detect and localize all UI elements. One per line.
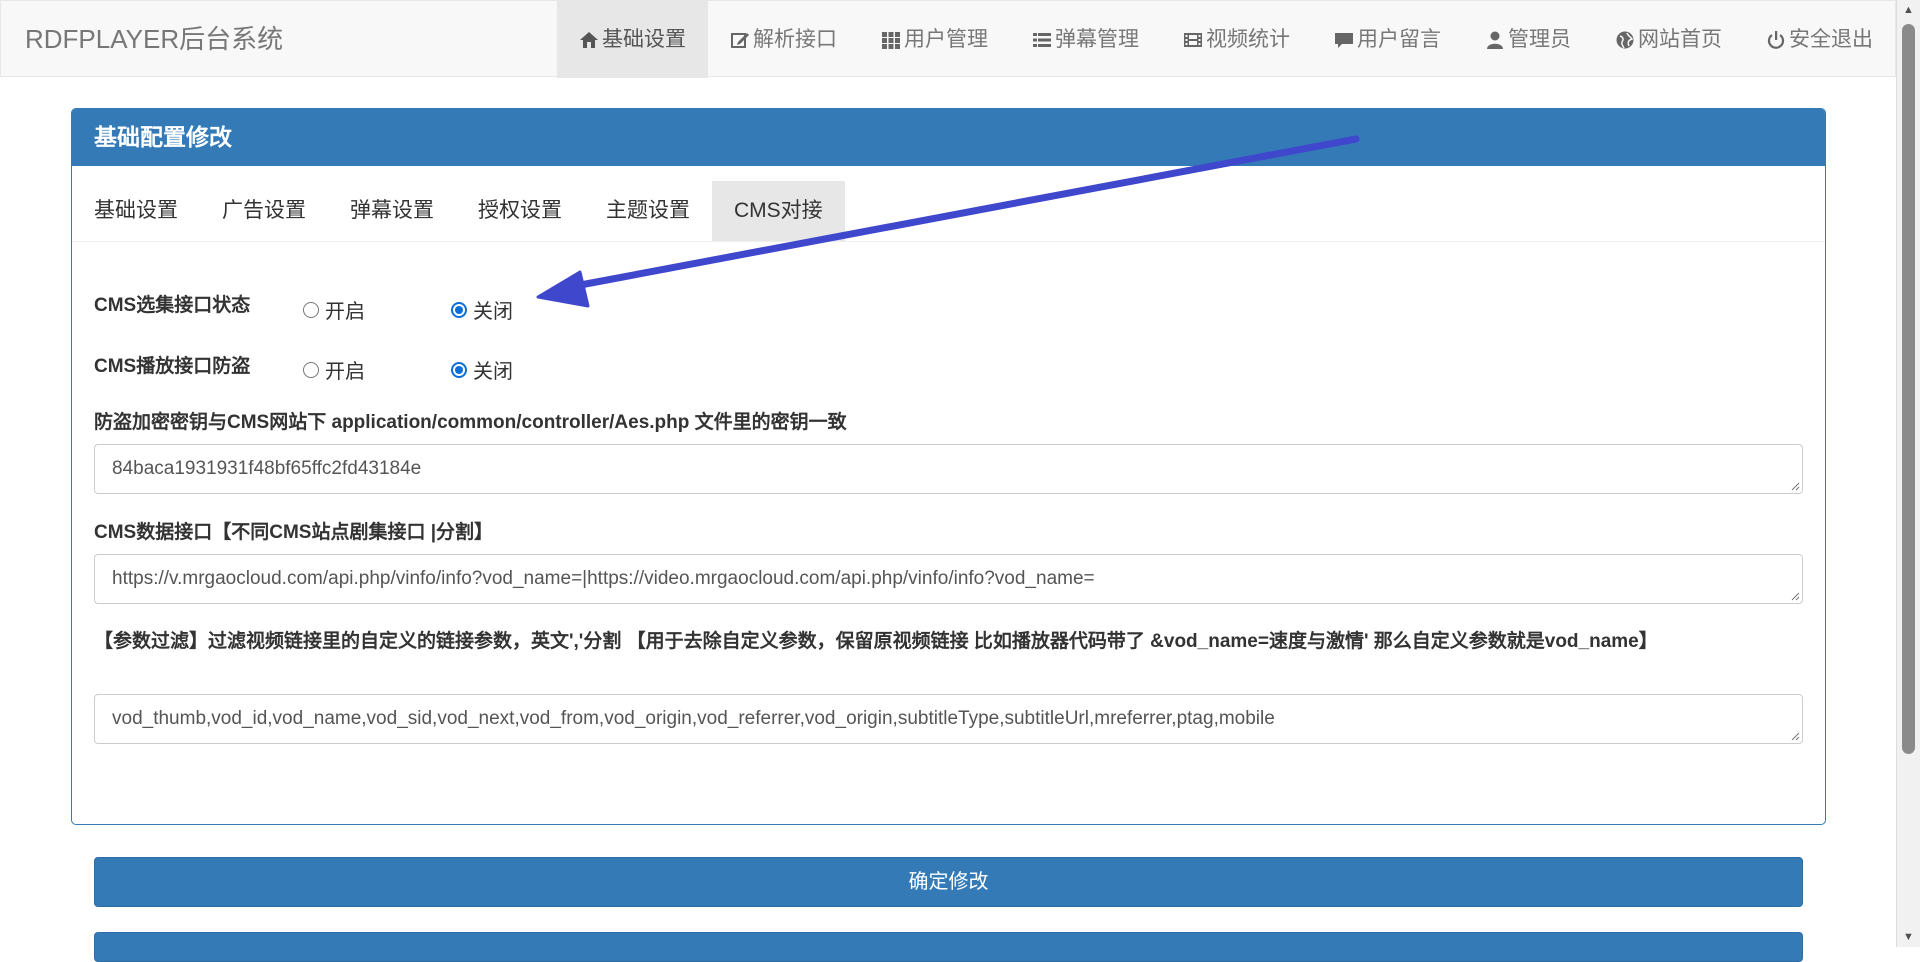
- cms-antitheft-on-radio[interactable]: [303, 361, 319, 378]
- radio-label: 关闭: [473, 301, 513, 323]
- vertical-scrollbar[interactable]: ▲ ▼: [1896, 0, 1920, 947]
- cms-status-on-option[interactable]: 开启: [303, 295, 365, 324]
- cms-antitheft-label: CMS播放接口防盗: [94, 356, 251, 377]
- scroll-thumb[interactable]: [1902, 24, 1915, 754]
- main-nav: 基础设置 解析接口 用户管理 弹幕管理 视频统计 用户留言 管理员 网站首页 安…: [557, 1, 1895, 78]
- param-filter-value: vod_thumb,vod_id,vod_name,vod_sid,vod_ne…: [112, 708, 1275, 729]
- cms-data-api-label: CMS数据接口【不同CMS站点剧集接口 |分割】: [94, 522, 494, 543]
- nav-label: 视频统计: [1206, 28, 1290, 51]
- aes-key-textarea[interactable]: 84baca1931931f48bf65ffc2fd43184e: [94, 444, 1803, 494]
- settings-tabs: 基础设置 广告设置 弹幕设置 授权设置 主题设置 CMS对接: [72, 181, 1825, 242]
- nav-label: 基础设置: [602, 28, 686, 51]
- grid-icon: [882, 31, 900, 49]
- tab-cms[interactable]: CMS对接: [712, 181, 845, 241]
- nav-site-home[interactable]: 网站首页: [1593, 1, 1744, 78]
- nav-label: 安全退出: [1789, 28, 1873, 51]
- nav-admin[interactable]: 管理员: [1463, 1, 1593, 78]
- scroll-up-icon[interactable]: ▲: [1897, 0, 1920, 20]
- nav-danmaku-management[interactable]: 弹幕管理: [1010, 1, 1161, 78]
- cms-status-off-radio[interactable]: [451, 301, 467, 318]
- tab-ads[interactable]: 广告设置: [200, 181, 328, 241]
- radio-label: 开启: [325, 361, 365, 383]
- brand-title[interactable]: RDFPLAYER后台系统: [25, 1, 283, 78]
- nav-user-management[interactable]: 用户管理: [859, 1, 1010, 78]
- nav-parse-api[interactable]: 解析接口: [708, 1, 859, 78]
- cms-status-off-option[interactable]: 关闭: [451, 295, 513, 324]
- globe-icon: [1616, 31, 1634, 48]
- tab-danmaku[interactable]: 弹幕设置: [328, 181, 456, 241]
- list-icon: [1033, 32, 1051, 47]
- home-icon: [580, 31, 598, 48]
- tab-license[interactable]: 授权设置: [456, 181, 584, 241]
- cms-data-api-value: https://v.mrgaocloud.com/api.php/vinfo/i…: [112, 568, 1095, 589]
- scroll-down-icon[interactable]: ▼: [1897, 927, 1920, 947]
- cms-status-on-radio[interactable]: [303, 301, 319, 318]
- user-icon: [1487, 31, 1503, 49]
- cms-data-api-textarea[interactable]: https://v.mrgaocloud.com/api.php/vinfo/i…: [94, 554, 1803, 604]
- tab-theme[interactable]: 主题设置: [584, 181, 712, 241]
- cms-antitheft-off-radio[interactable]: [451, 361, 467, 378]
- nav-label: 用户管理: [904, 28, 988, 51]
- nav-label: 管理员: [1508, 28, 1571, 51]
- panel-title: 基础配置修改: [72, 109, 1825, 166]
- nav-user-messages[interactable]: 用户留言: [1312, 1, 1463, 78]
- cms-status-label: CMS选集接口状态: [94, 295, 251, 316]
- power-icon: [1767, 30, 1785, 49]
- param-filter-label: 【参数过滤】过滤视频链接里的自定义的链接参数，英文','分割 【用于去除自定义参…: [94, 631, 1658, 652]
- nav-label: 网站首页: [1638, 28, 1722, 51]
- nav-video-stats[interactable]: 视频统计: [1161, 1, 1312, 78]
- param-filter-textarea[interactable]: vod_thumb,vod_id,vod_name,vod_sid,vod_ne…: [94, 694, 1803, 744]
- cms-antitheft-on-option[interactable]: 开启: [303, 355, 365, 384]
- radio-label: 开启: [325, 301, 365, 323]
- film-icon: [1184, 32, 1202, 47]
- aes-key-label: 防盗加密密钥与CMS网站下 application/common/control…: [94, 412, 847, 433]
- edit-icon: [731, 32, 749, 48]
- resize-handle-icon[interactable]: [1790, 731, 1800, 741]
- nav-label: 弹幕管理: [1055, 28, 1139, 51]
- nav-basic-settings[interactable]: 基础设置: [557, 1, 708, 78]
- resize-handle-icon[interactable]: [1790, 481, 1800, 491]
- config-panel: 基础配置修改 基础设置 广告设置 弹幕设置 授权设置 主题设置 CMS对接 CM…: [71, 108, 1826, 825]
- nav-logout[interactable]: 安全退出: [1744, 1, 1895, 78]
- nav-label: 用户留言: [1357, 28, 1441, 51]
- resize-handle-icon[interactable]: [1790, 591, 1800, 601]
- comment-icon: [1335, 32, 1353, 48]
- secondary-button[interactable]: [94, 932, 1803, 962]
- aes-key-value: 84baca1931931f48bf65ffc2fd43184e: [112, 458, 422, 479]
- confirm-button[interactable]: 确定修改: [94, 857, 1803, 907]
- top-navbar: RDFPLAYER后台系统 基础设置 解析接口 用户管理 弹幕管理 视频统计 用…: [0, 0, 1896, 78]
- tab-basic[interactable]: 基础设置: [72, 181, 200, 241]
- nav-label: 解析接口: [753, 28, 837, 51]
- cms-antitheft-off-option[interactable]: 关闭: [451, 355, 513, 384]
- radio-label: 关闭: [473, 361, 513, 383]
